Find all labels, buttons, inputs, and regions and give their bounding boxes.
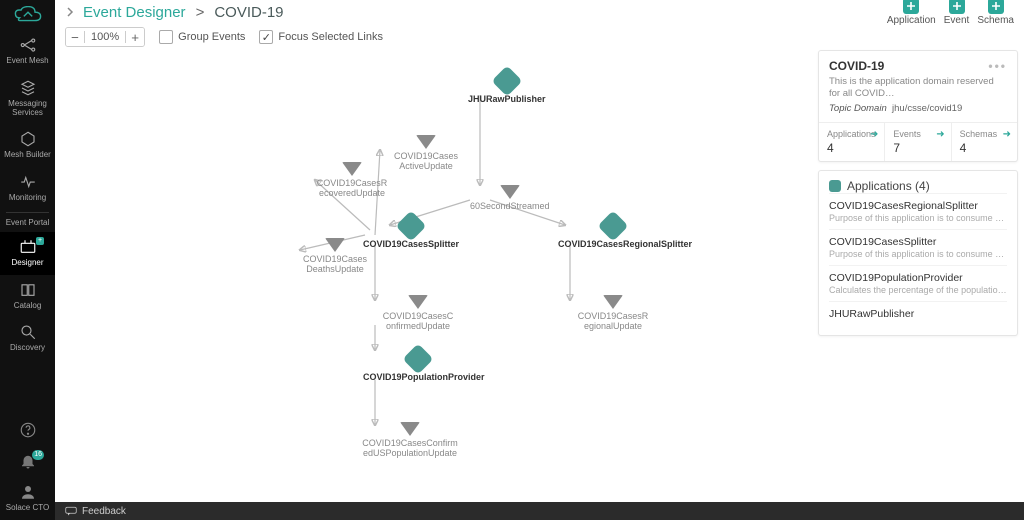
zoom-in-button[interactable]: + bbox=[126, 28, 144, 46]
sidebar-item-discovery[interactable]: Discovery bbox=[0, 317, 55, 360]
sidebar-user-label: Solace CTO bbox=[6, 504, 49, 513]
app-list-item[interactable]: COVID19CasesSplitter Purpose of this app… bbox=[829, 229, 1007, 265]
external-link-icon: ➜ bbox=[1003, 129, 1011, 140]
sidebar-label: Designer bbox=[11, 259, 43, 268]
domain-card: COVID-19 ••• This is the application dom… bbox=[818, 50, 1018, 162]
event-node-recovered[interactable]: COVID19CasesR ecoveredUpdate bbox=[297, 162, 407, 199]
sidebar-user[interactable]: Solace CTO bbox=[0, 477, 55, 520]
sidebar-label: Discovery bbox=[10, 344, 45, 353]
sidebar-item-monitoring[interactable]: Monitoring bbox=[0, 167, 55, 210]
sidebar-item-catalog[interactable]: Catalog bbox=[0, 275, 55, 318]
plus-icon bbox=[949, 0, 965, 14]
top-action-label: Schema bbox=[977, 15, 1014, 26]
brand-logo bbox=[0, 0, 55, 30]
sidebar-item-messaging-services[interactable]: Messaging Services bbox=[0, 73, 55, 125]
event-node-confirmed[interactable]: COVID19CasesC onfirmedUpdate bbox=[363, 295, 473, 332]
event-node-uspop[interactable]: COVID19CasesConfirm edUSPopulationUpdate bbox=[355, 422, 465, 459]
topic-domain-label: Topic Domain bbox=[829, 103, 887, 114]
chat-icon bbox=[65, 506, 77, 516]
event-node-regional-update[interactable]: COVID19CasesR egionalUpdate bbox=[558, 295, 668, 332]
sidebar-label: Monitoring bbox=[9, 194, 46, 203]
external-link-icon: ➜ bbox=[936, 129, 944, 140]
sidebar-label: Event Mesh bbox=[6, 57, 48, 66]
sidebar-item-designer[interactable]: + Designer bbox=[0, 232, 55, 275]
add-event-button[interactable]: Event bbox=[944, 0, 970, 26]
app-list-item[interactable]: JHURawPublisher bbox=[829, 301, 1007, 327]
add-schema-button[interactable]: Schema bbox=[977, 0, 1014, 26]
top-bar: Event Designer > COVID-19 Application Ev… bbox=[55, 0, 1024, 24]
plus-badge-icon: + bbox=[36, 237, 44, 245]
applications-card: Applications (4) COVID19CasesRegionalSpl… bbox=[818, 170, 1018, 336]
add-application-button[interactable]: Application bbox=[887, 0, 936, 26]
zoom-level: 100% bbox=[84, 31, 126, 43]
zoom-out-button[interactable]: − bbox=[66, 28, 84, 46]
checkbox-unchecked-icon bbox=[159, 30, 173, 44]
top-action-label: Application bbox=[887, 15, 936, 26]
domain-title: COVID-19 bbox=[829, 59, 884, 73]
sidebar-item-mesh-builder[interactable]: Mesh Builder bbox=[0, 124, 55, 167]
sidebar-help[interactable] bbox=[0, 415, 55, 446]
sidebar-notifications[interactable]: 16 bbox=[0, 446, 55, 477]
event-node-stream[interactable]: 60SecondStreamed bbox=[470, 185, 550, 211]
breadcrumb-current: COVID-19 bbox=[214, 4, 283, 21]
zoom-control: − 100% + bbox=[65, 27, 145, 47]
sidebar-label: Mesh Builder bbox=[4, 151, 51, 160]
plus-icon bbox=[988, 0, 1004, 14]
plus-icon bbox=[903, 0, 919, 14]
topic-domain-value: jhu/csse/covid19 bbox=[892, 103, 962, 114]
sidebar-label: Event Portal bbox=[6, 219, 50, 228]
app-node-regional[interactable]: COVID19CasesRegionalSplitter bbox=[558, 215, 668, 249]
sidebar-item-event-mesh[interactable]: Event Mesh bbox=[0, 30, 55, 73]
app-list-item[interactable]: COVID19PopulationProvider Calculates the… bbox=[829, 265, 1007, 301]
sidebar-label: Catalog bbox=[14, 302, 42, 311]
applications-header: Applications (4) bbox=[829, 179, 1007, 193]
info-panel: COVID-19 ••• This is the application dom… bbox=[818, 50, 1018, 336]
canvas-toolbar: − 100% + Group Events Focus Selected Lin… bbox=[65, 27, 383, 47]
app-node-pop[interactable]: COVID19PopulationProvider bbox=[363, 348, 473, 382]
footer-bar: Feedback bbox=[55, 502, 1024, 520]
group-events-label: Group Events bbox=[178, 31, 245, 43]
left-sidebar: Event Mesh Messaging Services Mesh Build… bbox=[0, 0, 55, 520]
stat-schemas[interactable]: Schemas 4 ➜ bbox=[952, 123, 1017, 161]
more-menu-button[interactable]: ••• bbox=[988, 59, 1007, 73]
sidebar-separator bbox=[6, 212, 49, 213]
graph-canvas[interactable]: JHURawPublisher COVID19CasesSplitter COV… bbox=[55, 50, 814, 502]
breadcrumb-separator: > bbox=[196, 4, 205, 21]
domain-description: This is the application domain reserved … bbox=[829, 76, 1007, 101]
sidebar-label: Messaging Services bbox=[2, 100, 53, 118]
domain-stats: Applications 4 ➜ Events 7 ➜ Schemas 4 ➜ bbox=[819, 122, 1017, 161]
app-list-item[interactable]: COVID19CasesRegionalSplitter Purpose of … bbox=[829, 193, 1007, 229]
event-node-deaths[interactable]: COVID19Cases DeathsUpdate bbox=[280, 238, 390, 275]
group-events-toggle[interactable]: Group Events bbox=[159, 30, 245, 44]
sidebar-item-event-portal[interactable]: Event Portal bbox=[0, 215, 55, 232]
app-icon bbox=[829, 180, 841, 192]
external-link-icon: ➜ bbox=[870, 129, 878, 140]
top-action-label: Event bbox=[944, 15, 970, 26]
focus-links-toggle[interactable]: Focus Selected Links bbox=[259, 30, 383, 44]
stat-events[interactable]: Events 7 ➜ bbox=[885, 123, 951, 161]
chevron-right-icon[interactable] bbox=[65, 7, 75, 17]
checkbox-checked-icon bbox=[259, 30, 273, 44]
notification-count: 16 bbox=[32, 450, 44, 460]
focus-links-label: Focus Selected Links bbox=[278, 31, 383, 43]
app-node-jhu[interactable]: JHURawPublisher bbox=[468, 70, 546, 104]
breadcrumb-root[interactable]: Event Designer bbox=[83, 4, 186, 21]
stat-applications[interactable]: Applications 4 ➜ bbox=[819, 123, 885, 161]
feedback-button[interactable]: Feedback bbox=[82, 506, 126, 517]
